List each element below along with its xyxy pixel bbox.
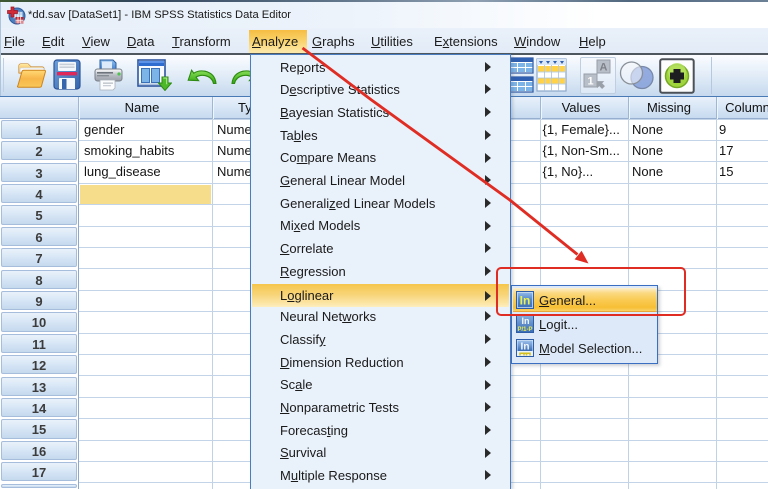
svg-text:P/1-P: P/1-P [517,327,532,333]
svg-text:In: In [521,316,529,326]
svg-text:A: A [600,62,608,74]
svg-text:1: 1 [587,76,593,88]
svg-text:In: In [520,342,529,353]
